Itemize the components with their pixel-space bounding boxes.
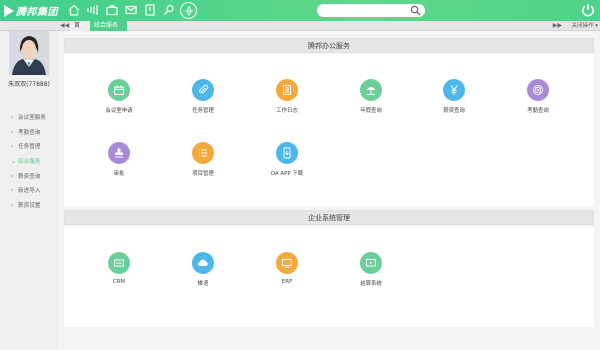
app-label: 工作日志: [276, 108, 298, 114]
fingerprint-icon: [527, 79, 549, 101]
notes-icon: [276, 79, 298, 101]
app-weiyu[interactable]: 帷语: [168, 252, 238, 287]
app-task-management[interactable]: 任务管理: [168, 79, 238, 114]
section-body-office-services: 会议室申请 任务管理 工作日志 年假查询 薪资查询 考勤查询 审批 项目管理 O…: [64, 54, 594, 206]
app-crm[interactable]: CRM: [84, 252, 154, 285]
cloud-icon: [192, 252, 214, 274]
logo-text: 腾邦集团: [16, 7, 58, 18]
app-erp[interactable]: ERP: [252, 252, 322, 285]
nav-icon-bar: [66, 2, 197, 19]
app-label: 结算系统: [360, 281, 382, 287]
beach-icon: [360, 79, 382, 101]
app-annual-leave[interactable]: 年假查询: [336, 79, 406, 114]
section-body-enterprise-systems: CRM 帷语 ERP 结算系统: [64, 227, 594, 327]
home-icon[interactable]: [66, 2, 82, 18]
tools-icon[interactable]: [161, 2, 177, 18]
tab-strip: ◀◀ 首页 综合服务× ▶▶ 关闭操作 ▾: [0, 21, 600, 39]
sidebar-item-import[interactable]: › 新进导入: [0, 184, 58, 199]
sidebar-item-label: 薪资查询: [18, 173, 41, 180]
yen-icon: [443, 79, 465, 101]
section-header-enterprise-systems: 企业系统管理: [64, 210, 594, 225]
sidebar-item-tasks[interactable]: › 任务管理: [0, 140, 58, 155]
sidebar-item-salary-settings[interactable]: › 薪资设置: [0, 199, 58, 214]
sidebar-item-label: 新进导入: [18, 188, 41, 195]
sidebar-item-label: 综合服务: [18, 159, 41, 166]
app-salary-query[interactable]: 薪资查询: [419, 79, 489, 114]
app-meeting-room[interactable]: 会议室申请: [84, 79, 154, 114]
close-operations-menu[interactable]: 关闭操作 ▾: [571, 21, 598, 31]
app-attendance-query[interactable]: 考勤查询: [503, 79, 573, 114]
app-label: 年假查询: [360, 108, 382, 114]
chevron-down-icon: ⌄: [11, 158, 17, 166]
search-icon[interactable]: [410, 5, 421, 16]
app-work-log[interactable]: 工作日志: [252, 79, 322, 114]
phone-icon: [276, 142, 298, 164]
paperclip-icon: [192, 79, 214, 101]
globe-icon[interactable]: [180, 2, 197, 19]
chevron-right-icon: ›: [11, 187, 14, 195]
chevron-right-icon: ›: [11, 114, 14, 121]
app-project-management[interactable]: 项目管理: [168, 142, 238, 177]
chevron-right-icon: ›: [11, 202, 14, 210]
search-input[interactable]: [317, 4, 425, 17]
app-label: OA APP 下载: [270, 171, 304, 177]
company-logo[interactable]: 腾邦集团: [4, 3, 58, 18]
sidebar-item-attendance[interactable]: › 考勤查询: [0, 126, 58, 141]
list-icon: [192, 142, 214, 164]
logo-mark-icon: [4, 4, 14, 17]
app-label: ERP: [281, 279, 293, 285]
power-icon[interactable]: [580, 2, 596, 18]
chevron-right-icon: ›: [11, 143, 14, 151]
main-content: 腾邦办公服务 会议室申请 任务管理 工作日志 年假查询 薪资查询 考勤查询 审批…: [58, 31, 600, 350]
erp-icon: [276, 252, 298, 274]
signal-icon[interactable]: [85, 2, 101, 18]
app-label: 考勤查询: [527, 108, 549, 114]
sidebar-item-salary[interactable]: › 薪资查询: [0, 170, 58, 185]
sidebar-item-general-services[interactable]: ⌄ 综合服务: [0, 155, 58, 170]
sidebar-item-label: 考勤查询: [18, 129, 41, 136]
app-approval[interactable]: 审批: [84, 142, 154, 177]
app-label: 薪资查询: [443, 108, 465, 114]
app-settlement-system[interactable]: 结算系统: [336, 252, 406, 287]
app-label: 帷语: [197, 281, 209, 287]
app-label: 任务管理: [192, 108, 214, 114]
tab-home[interactable]: 首页: [70, 21, 89, 39]
sidebar-item-meeting-room[interactable]: › 会议室服务: [0, 111, 58, 126]
top-bar: 腾邦集团: [0, 0, 600, 21]
section-header-office-services: 腾邦办公服务: [64, 38, 594, 53]
avatar[interactable]: [9, 31, 49, 75]
sidebar-menu: › 会议室服务 › 考勤查询 › 任务管理 ⌄ 综合服务 › 薪资查询 › 新进导入 › 薪资…: [0, 111, 58, 214]
bookmark-icon[interactable]: [142, 2, 158, 18]
tab-scroll-left-button[interactable]: ◀◀: [60, 21, 69, 31]
sidebar-item-label: 薪资设置: [18, 203, 41, 210]
screen-icon: [360, 252, 382, 274]
briefcase-icon[interactable]: [104, 2, 120, 18]
app-label: 项目管理: [192, 171, 214, 177]
app-label: 审批: [113, 171, 125, 177]
sidebar: 朱双双(77888) › 会议室服务 › 考勤查询 › 任务管理 ⌄ 综合服务 › 薪资查…: [0, 31, 58, 350]
app-label: CRM: [112, 279, 126, 285]
sidebar-item-label: 任务管理: [18, 144, 41, 151]
chevron-right-icon: ›: [11, 172, 14, 180]
tab-active-label: 综合服务: [94, 22, 119, 29]
stamp-icon: [108, 142, 130, 164]
mail-icon[interactable]: [123, 2, 139, 18]
app-label: 会议室申请: [105, 108, 133, 114]
username: 朱双双(77888): [8, 81, 50, 88]
crm-icon: [108, 252, 130, 274]
sidebar-item-label: 会议室服务: [18, 115, 46, 121]
tab-scroll-right-button[interactable]: ▶▶: [553, 21, 562, 31]
close-operations-label: 关闭操作: [571, 23, 594, 29]
chevron-right-icon: ›: [11, 128, 14, 136]
app-oa-download[interactable]: OA APP 下载: [252, 142, 322, 177]
calendar-icon: [108, 79, 130, 101]
tab-active[interactable]: 综合服务×: [90, 21, 127, 39]
